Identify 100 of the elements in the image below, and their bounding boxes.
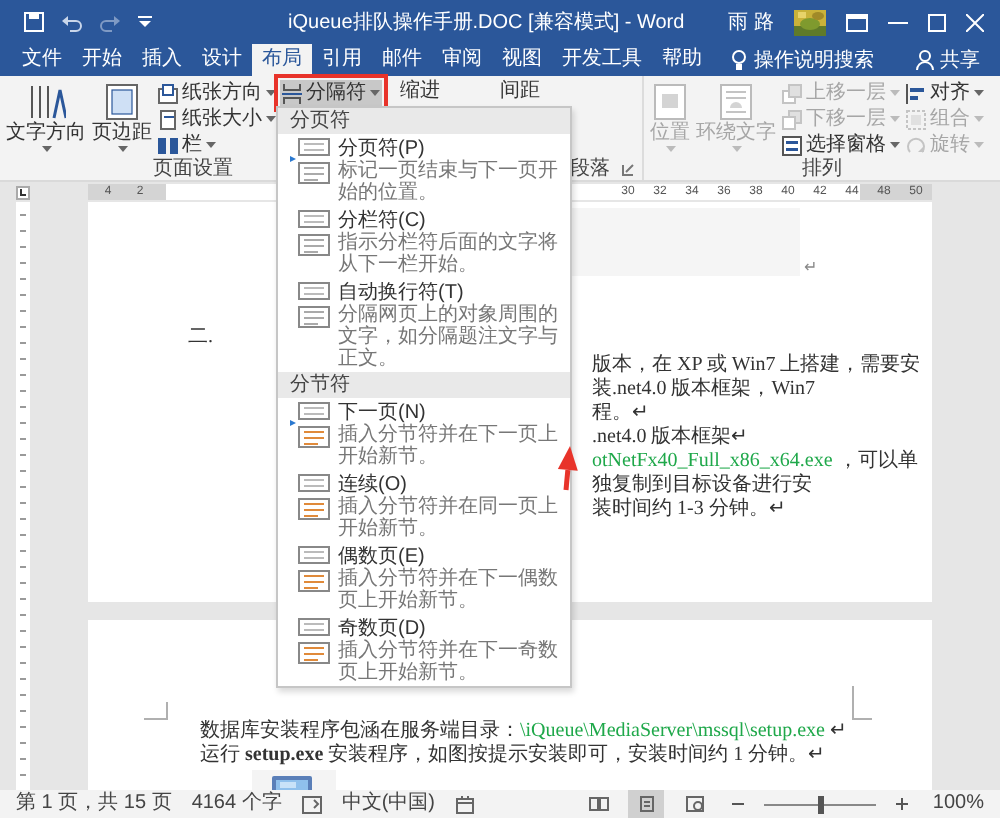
- body-text: 版本，在 XP 或 Win7 上搭建，需要安装.net4.0 版本框架，Win7: [592, 354, 923, 402]
- caret-icon: [890, 90, 900, 96]
- menu-item[interactable]: 奇数页(D): [338, 618, 562, 640]
- page-count[interactable]: 第 1 页，共 15 页: [16, 790, 172, 818]
- menu-section-header: 分页符: [278, 108, 570, 134]
- save-icon[interactable]: [24, 12, 44, 32]
- tab[interactable]: 帮助: [652, 44, 712, 76]
- tab[interactable]: 审阅: [432, 44, 492, 76]
- zoom-level[interactable]: 100%: [932, 790, 984, 818]
- text-wrap-icon: [718, 82, 754, 122]
- body-text: otNetFx40_Full_x86_x64.exe ，可以单独复制到目标设备进行安: [592, 450, 920, 497]
- tab[interactable]: 设计: [192, 44, 252, 76]
- body-text: 数据库安装程序包涵在服务端目录：\iQueue\MediaServer\mssql\setup.exe ↵: [200, 720, 848, 743]
- language[interactable]: 中文(中国): [341, 790, 436, 818]
- tab-selector-icon[interactable]: [16, 185, 30, 199]
- ribbon-button[interactable]: 纸张大小: [156, 106, 278, 132]
- menu-item-description: 插入分节符并在下一偶数页上开始新节。: [338, 568, 560, 612]
- print-layout-icon: [635, 794, 658, 814]
- web-layout-icon: [683, 794, 706, 814]
- body-text: .net4.0 版本框架↵: [592, 426, 750, 450]
- caret-icon: [890, 116, 900, 122]
- menu-item-description: 标记一页结束与下一页开始的位置。: [338, 160, 560, 204]
- tell-me-search[interactable]: 操作说明搜索: [728, 44, 878, 76]
- user-name[interactable]: 雨 路: [728, 8, 774, 36]
- zoom-out-icon[interactable]: [732, 798, 745, 810]
- body-text: 运行 setup.exe 安装程序，如图按提示安装即可，安装时间约 1 分钟。↵: [200, 744, 827, 768]
- tab[interactable]: 文件: [12, 44, 72, 76]
- section-label: 缩进: [400, 80, 440, 104]
- heading-text: 二.: [188, 326, 213, 350]
- word-count[interactable]: 4164 个字: [191, 790, 282, 818]
- tab[interactable]: 引用: [312, 44, 372, 76]
- menu-item-description: 插入分节符并在下一页上开始新节。: [338, 424, 560, 468]
- caret-icon: [266, 116, 276, 122]
- group-label: 页面设置: [153, 158, 233, 180]
- caret-icon: [974, 90, 984, 96]
- caret-icon: [890, 142, 900, 148]
- group-icon: [906, 109, 926, 129]
- ribbon-button[interactable]: 纸张方向: [156, 80, 278, 106]
- caret-icon: [266, 90, 276, 96]
- picture-position-icon: [652, 82, 688, 122]
- window-title: iQueue排队操作手册.DOC [兼容模式] - Word: [286, 9, 687, 36]
- page-orientation-icon: [158, 83, 178, 103]
- tab[interactable]: 布局: [252, 44, 312, 76]
- page-margins-icon: [104, 82, 140, 122]
- body-text: 程。↵: [592, 402, 650, 426]
- body-text: 装时间约 1-3 分钟。↵: [592, 498, 787, 522]
- menu-item[interactable]: 自动换行符(T): [338, 282, 562, 304]
- caret-icon: [974, 142, 984, 148]
- tab[interactable]: 开发工具: [552, 44, 652, 76]
- section-label: 间距: [500, 80, 540, 104]
- menu-item[interactable]: 偶数页(E): [338, 546, 562, 568]
- send-backward-icon: [782, 109, 802, 129]
- ribbon-button[interactable]: 对齐: [904, 80, 986, 106]
- annotation-arrow: [557, 446, 578, 491]
- ribbon-button[interactable]: 页边距: [90, 80, 154, 154]
- page-break-icon: [282, 83, 302, 103]
- view-button[interactable]: [628, 790, 665, 818]
- menu-item[interactable]: 分页符(P): [338, 138, 562, 160]
- crop-mark-icon: [852, 686, 872, 720]
- caret-icon: [41, 146, 51, 152]
- dialog-launcher-icon[interactable]: [622, 163, 634, 175]
- align-icon: [906, 83, 926, 103]
- read-mode-icon: [587, 794, 610, 814]
- menu-section-header: 分节符: [278, 372, 570, 398]
- proofing-icon[interactable]: [301, 795, 322, 813]
- menu-item[interactable]: 分栏符(C): [338, 210, 562, 232]
- caret-icon: [731, 146, 741, 152]
- share-button[interactable]: 共享: [912, 44, 984, 76]
- lightbulb-icon: [732, 50, 746, 70]
- ribbon-button[interactable]: 栏: [156, 132, 278, 158]
- caret-icon: [665, 146, 675, 152]
- rotate-icon: [906, 135, 926, 155]
- caret-icon: [117, 146, 127, 152]
- tab[interactable]: 插入: [132, 44, 192, 76]
- group-label: 排列: [802, 158, 842, 180]
- ribbon-button[interactable]: 选择窗格: [780, 132, 902, 158]
- macro-icon[interactable]: [455, 795, 474, 813]
- ribbon-button[interactable]: 文字方向: [4, 80, 88, 154]
- slider-thumb[interactable]: [818, 795, 825, 813]
- tab[interactable]: 视图: [492, 44, 552, 76]
- ribbon-display-icon[interactable]: [846, 13, 868, 31]
- zoom-in-icon[interactable]: [896, 798, 909, 810]
- menu-item[interactable]: 下一页(N): [338, 402, 562, 424]
- ribbon-button[interactable]: 分隔符: [280, 80, 382, 106]
- customize-icon[interactable]: [138, 16, 152, 28]
- caret-icon: [370, 90, 380, 96]
- vertical-lines-icon: [26, 82, 66, 122]
- caret-icon: [974, 116, 984, 122]
- crop-mark-icon: [144, 702, 168, 720]
- undo-icon[interactable]: [62, 13, 82, 31]
- selection-pane-icon: [782, 135, 802, 155]
- caret-icon: [206, 142, 216, 148]
- close-icon[interactable]: [966, 13, 984, 31]
- maximize-icon[interactable]: [928, 13, 946, 31]
- paragraph-mark: ↵: [804, 258, 818, 276]
- page-break-icon: [290, 402, 330, 448]
- tab[interactable]: 邮件: [372, 44, 432, 76]
- menu-item[interactable]: 连续(O): [338, 474, 562, 496]
- redo-icon[interactable]: [100, 13, 120, 31]
- tab[interactable]: 开始: [72, 44, 132, 76]
